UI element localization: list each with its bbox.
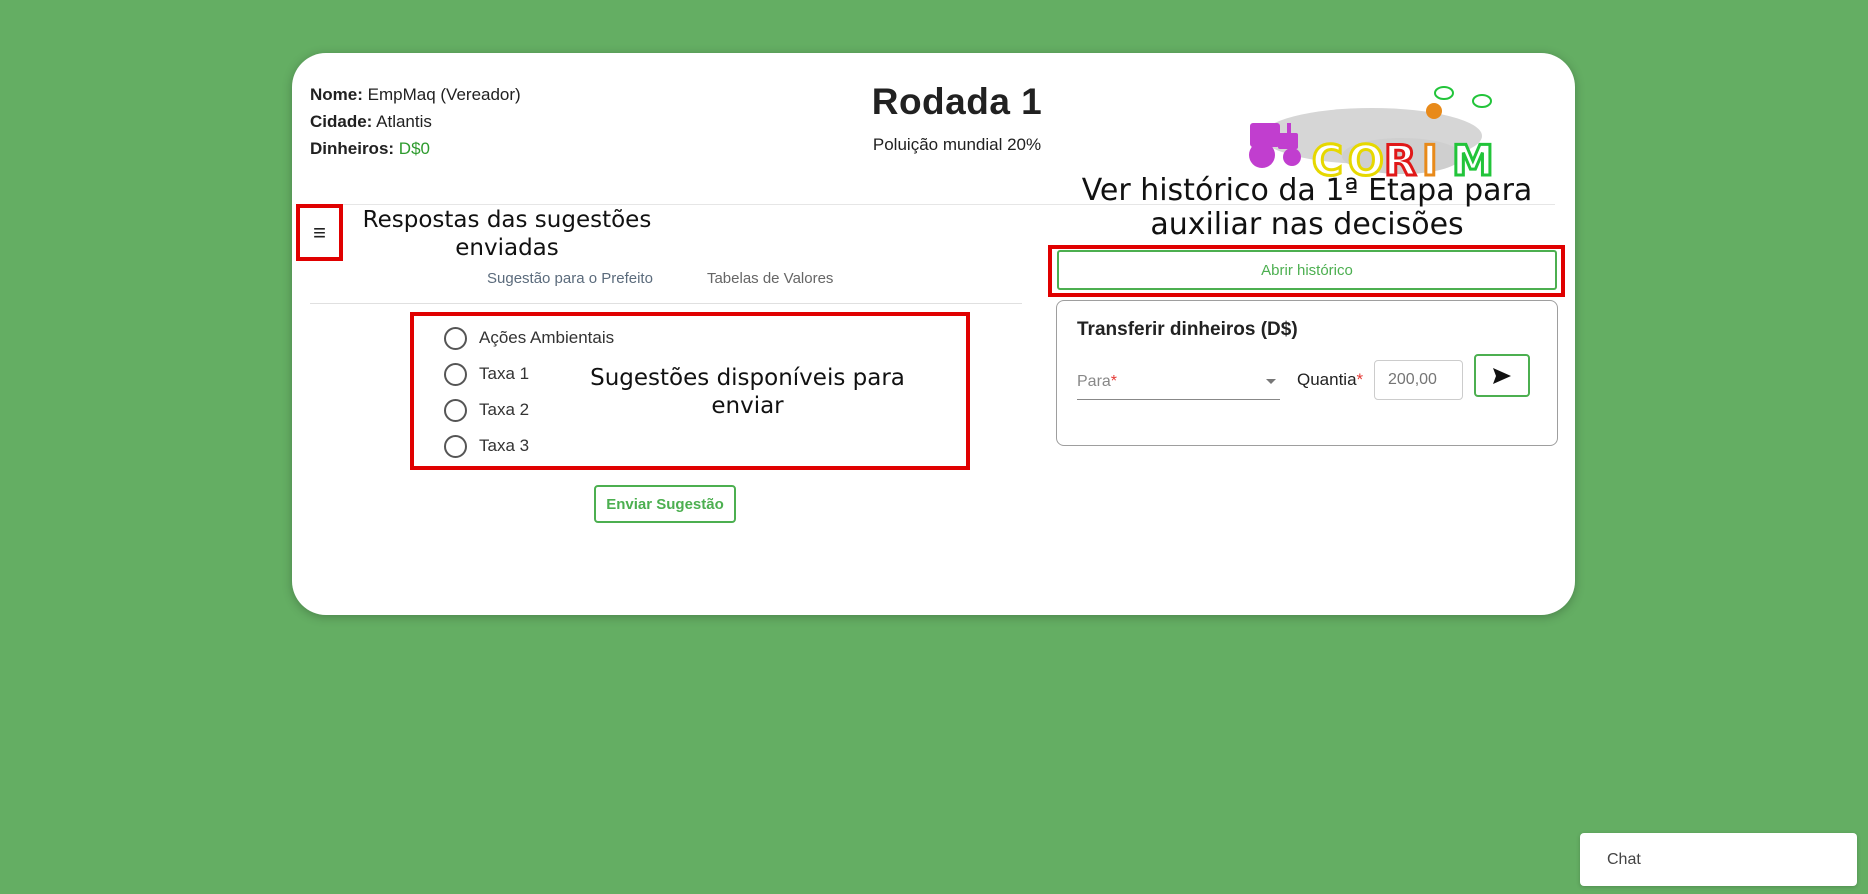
suggestions-annotation-text: Sugestões disponíveis para enviar (590, 365, 905, 419)
player-info: Nome: EmpMaq (Vereador) Cidade: Atlantis… (310, 81, 521, 162)
city-value: Atlantis (376, 112, 432, 131)
radio-circle-icon (444, 362, 467, 386)
radio-taxa-3[interactable]: Taxa 3 (444, 428, 614, 464)
hamburger-menu-button[interactable]: ≡ (297, 204, 342, 261)
required-mark: * (1110, 373, 1118, 390)
recipient-label-text: Para (1077, 373, 1111, 390)
radio-circle-icon (444, 434, 467, 458)
player-city-row: Cidade: Atlantis (310, 108, 521, 135)
name-value: EmpMaq (Vereador) (367, 85, 521, 104)
open-history-button[interactable]: Abrir histórico (1057, 250, 1557, 290)
transfer-title: Transferir dinheiros (D$) (1077, 319, 1298, 340)
radio-circle-icon (444, 398, 467, 422)
quantity-label-text: Quantia (1297, 370, 1357, 389)
send-arrow-icon (1493, 367, 1511, 384)
quantity-label: Quantia* (1297, 370, 1363, 390)
menu-annotation-text: Respostas das sugestões enviadas (362, 207, 652, 261)
send-suggestion-button[interactable]: Enviar Sugestão (594, 485, 736, 523)
name-label: Nome: (310, 85, 363, 104)
radio-label: Ações Ambientais (479, 328, 615, 347)
city-label: Cidade: (310, 112, 373, 131)
radio-label: Taxa 3 (479, 436, 530, 455)
radio-label: Taxa 2 (479, 400, 530, 419)
round-title: Rodada 1 (871, 81, 1043, 122)
recipient-select[interactable]: Para* (1077, 361, 1280, 400)
tab-divider (310, 303, 1022, 304)
quantity-input[interactable] (1374, 360, 1463, 400)
money-label: Dinheiros: (310, 139, 395, 158)
radio-label: Taxa 1 (479, 364, 530, 383)
transfer-panel: Transferir dinheiros (D$) Para* Quantia* (1056, 300, 1558, 446)
send-transfer-button[interactable] (1474, 354, 1530, 397)
tab-bar: Sugestão para o Prefeito Tabelas de Valo… (460, 263, 860, 314)
money-value: D$0 (398, 139, 430, 158)
tab-value-tables[interactable]: Tabelas de Valores (680, 263, 860, 305)
player-name-row: Nome: EmpMaq (Vereador) (310, 81, 521, 108)
hamburger-menu-icon: ≡ (313, 219, 326, 245)
radio-acoes-ambientais[interactable]: Ações Ambientais (444, 320, 614, 356)
tab-suggestion[interactable]: Sugestão para o Prefeito (460, 263, 680, 314)
radio-circle-icon (444, 326, 467, 350)
history-annotation-text: Ver histórico da 1ª Etapa para auxiliar … (1081, 173, 1533, 242)
pollution-status: Poluição mundial 20% (872, 135, 1042, 154)
required-mark: * (1356, 370, 1364, 389)
chevron-down-icon (1266, 379, 1276, 384)
player-money-row: Dinheiros: D$0 (310, 135, 521, 162)
main-card: Nome: EmpMaq (Vereador) Cidade: Atlantis… (292, 53, 1575, 615)
chat-widget[interactable]: Chat (1580, 833, 1857, 886)
recipient-label: Para* (1077, 373, 1117, 391)
